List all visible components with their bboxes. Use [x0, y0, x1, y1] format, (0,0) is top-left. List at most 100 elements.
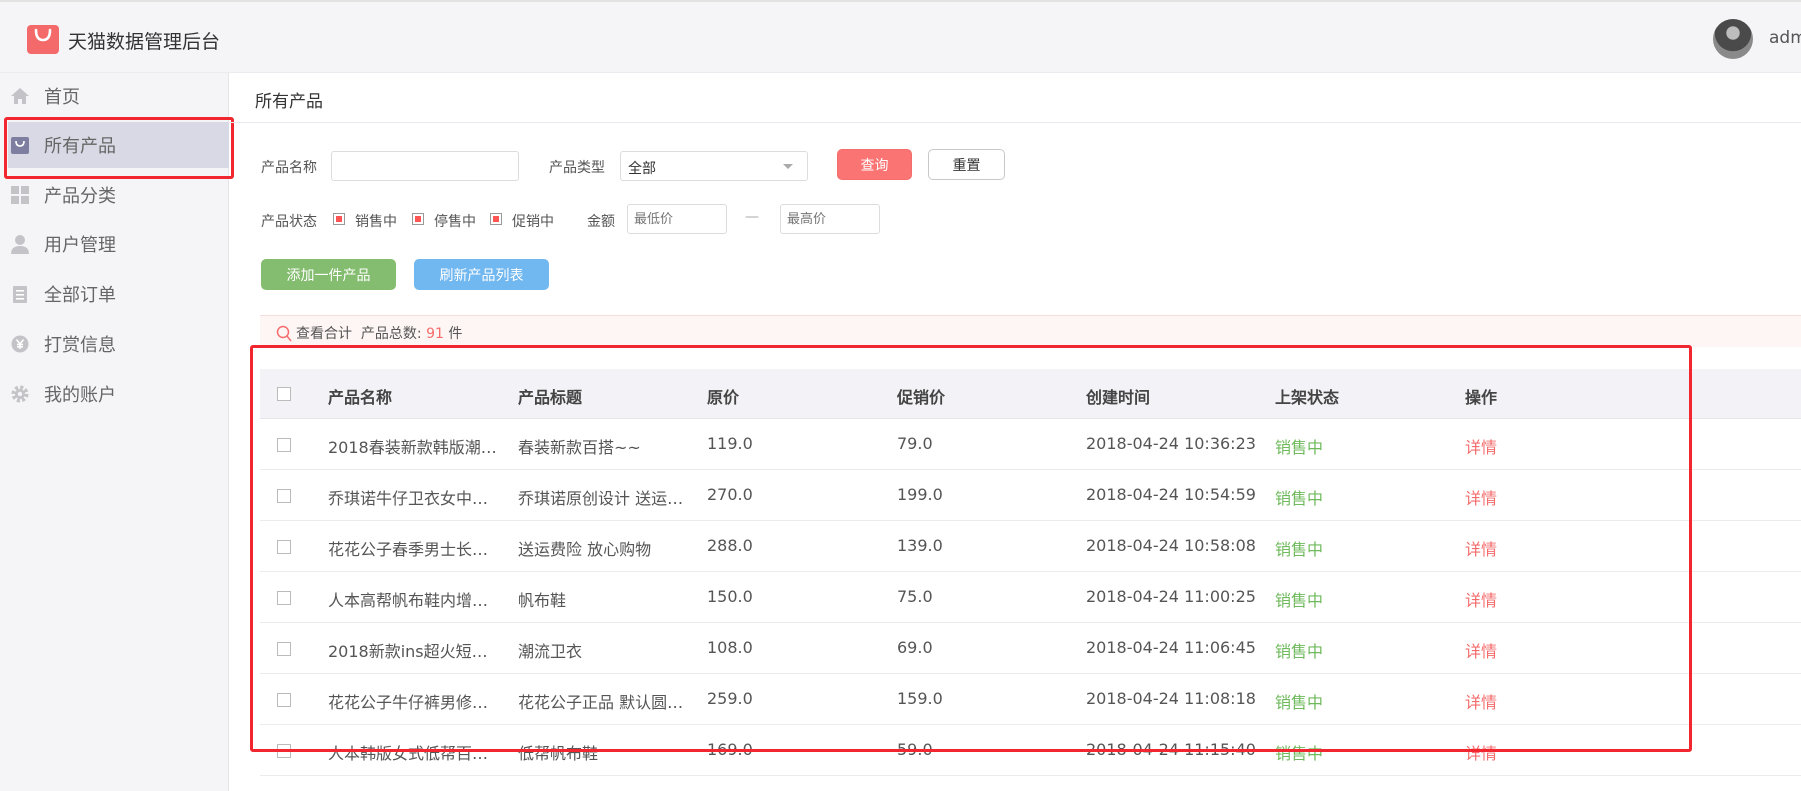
table-row: 人本高帮帆布鞋内增… 帆布鞋 150.0 75.0 2018-04-24 11:00:2… [260, 572, 1801, 623]
chevron-down-icon [783, 164, 793, 169]
sidebar-item-all-orders[interactable]: 全部订单 [0, 271, 229, 317]
cell-promo-price: 75.0 [897, 587, 933, 606]
cell-created-time: 2018-04-24 10:58:08 [1086, 536, 1256, 555]
details-link[interactable]: 详情 [1465, 536, 1497, 560]
clipboard-icon [10, 284, 30, 304]
bag-icon [10, 135, 30, 155]
sidebar-item-product-category[interactable]: 产品分类 [0, 172, 229, 218]
home-icon [10, 86, 30, 106]
cell-promo-price: 69.0 [897, 638, 933, 657]
refresh-list-button[interactable]: 刷新产品列表 [414, 259, 549, 290]
product-name-label: 产品名称 [261, 160, 317, 176]
product-count-label: 产品总数: [360, 326, 422, 342]
product-name-input[interactable] [331, 151, 519, 181]
status-checkbox-on-sale[interactable] [333, 213, 345, 225]
sidebar-item-label: 用户管理 [44, 235, 116, 256]
row-checkbox[interactable] [277, 540, 291, 554]
shopping-bag-logo-icon [27, 25, 59, 54]
cell-created-time: 2018-04-24 11:15:40 [1086, 740, 1256, 759]
table-row: 花花公子牛仔裤男修… 花花公子正品 默认圆… 259.0 159.0 2018-04-2… [260, 674, 1801, 725]
row-checkbox[interactable] [277, 489, 291, 503]
amount-label: 金额 [587, 214, 615, 230]
sidebar-item-my-account[interactable]: 我的账户 [0, 371, 229, 417]
cell-created-time: 2018-04-24 11:00:25 [1086, 587, 1256, 606]
min-price-input[interactable] [627, 204, 727, 234]
sidebar-item-reward-info[interactable]: 打赏信息 [0, 321, 229, 367]
sidebar-item-user-management[interactable]: 用户管理 [0, 221, 229, 267]
cell-status: 销售中 [1275, 489, 1324, 508]
cell-product-title: 潮流卫衣 [518, 642, 583, 661]
avatar[interactable] [1713, 19, 1753, 59]
status-option-promo: 促销中 [512, 214, 554, 230]
product-type-select[interactable]: 全部 [620, 151, 808, 181]
row-checkbox[interactable] [277, 591, 291, 605]
details-link[interactable]: 详情 [1465, 740, 1497, 764]
column-header-status[interactable]: 上架状态 [1275, 384, 1339, 408]
column-header-created-time[interactable]: 创建时间 [1086, 384, 1150, 408]
product-count: 91 [426, 326, 444, 342]
status-checkbox-promo[interactable] [490, 213, 502, 225]
cell-original-price: 119.0 [707, 434, 753, 453]
column-header-promo-price[interactable]: 促销价 [897, 384, 945, 408]
row-checkbox[interactable] [277, 744, 291, 758]
cell-original-price: 270.0 [707, 485, 753, 504]
product-count-unit: 件 [448, 326, 463, 342]
cell-created-time: 2018-04-24 11:08:18 [1086, 689, 1256, 708]
cell-original-price: 288.0 [707, 536, 753, 555]
table-header: 产品名称 产品标题 原价 促销价 创建时间 上架状态 操作 [260, 369, 1801, 419]
details-link[interactable]: 详情 [1465, 434, 1497, 458]
sidebar-item-label: 首页 [44, 87, 80, 108]
reset-button[interactable]: 重置 [928, 149, 1005, 180]
app-title: 天猫数据管理后台 [68, 31, 221, 53]
table-row: 乔琪诺牛仔卫衣女中… 乔琪诺原创设计 送运… 270.0 199.0 2018-04-2… [260, 470, 1801, 521]
select-all-checkbox[interactable] [277, 387, 291, 401]
view-total-label: 查看合计 [296, 326, 352, 342]
cell-product-name: 乔琪诺牛仔卫衣女中… [328, 489, 489, 508]
sidebar-item-home[interactable]: 首页 [0, 73, 229, 119]
cell-product-name: 花花公子春季男士长… [328, 540, 489, 559]
details-link[interactable]: 详情 [1465, 485, 1497, 509]
main-content: 所有产品 产品名称 产品类型 全部 查询 重置 产品状态 销售中 停售中 促销中… [230, 73, 1801, 791]
add-product-button[interactable]: 添加一件产品 [261, 259, 396, 290]
cell-status: 销售中 [1275, 438, 1324, 457]
details-link[interactable]: 详情 [1465, 587, 1497, 611]
row-checkbox[interactable] [277, 438, 291, 452]
gear-icon [10, 384, 30, 404]
cell-original-price: 169.0 [707, 740, 753, 759]
cell-product-name: 人本高帮帆布鞋内增… [328, 591, 489, 610]
cell-created-time: 2018-04-24 10:36:23 [1086, 434, 1256, 453]
column-header-name[interactable]: 产品名称 [328, 384, 392, 408]
breadcrumb: 所有产品 [230, 73, 1801, 123]
product-type-label: 产品类型 [549, 160, 605, 176]
details-link[interactable]: 详情 [1465, 689, 1497, 713]
status-option-stopped: 停售中 [434, 214, 476, 230]
cell-original-price: 150.0 [707, 587, 753, 606]
summary-bar: 查看合计 产品总数: 91 件 [260, 315, 1801, 347]
query-button[interactable]: 查询 [837, 149, 912, 180]
top-bar: 天猫数据管理后台 adm [0, 0, 1801, 73]
row-checkbox[interactable] [277, 642, 291, 656]
cell-product-title: 低帮帆布鞋 [518, 744, 599, 763]
status-checkbox-stopped[interactable] [412, 213, 424, 225]
cell-product-title: 帆布鞋 [518, 591, 567, 610]
cell-product-name: 2018新款ins超火短… [328, 642, 488, 661]
details-link[interactable]: 详情 [1465, 638, 1497, 662]
range-separator: — [745, 209, 759, 225]
cell-product-name: 花花公子牛仔裤男修… [328, 693, 489, 712]
sidebar-item-all-products[interactable]: 所有产品 [8, 122, 229, 168]
row-checkbox[interactable] [277, 693, 291, 707]
product-status-label: 产品状态 [261, 214, 317, 230]
cell-created-time: 2018-04-24 11:06:45 [1086, 638, 1256, 657]
cell-promo-price: 199.0 [897, 485, 943, 504]
max-price-input[interactable] [780, 204, 880, 234]
cell-status: 销售中 [1275, 642, 1324, 661]
username[interactable]: adm [1769, 28, 1801, 48]
sidebar: 首页 所有产品 产品分类 用户管理 全部订单 打赏信息 我的账户 [0, 73, 229, 791]
cell-promo-price: 79.0 [897, 434, 933, 453]
cell-product-title: 春装新款百搭~~ [518, 438, 641, 457]
grid-icon [10, 185, 30, 205]
cell-status: 销售中 [1275, 744, 1324, 763]
column-header-title[interactable]: 产品标题 [518, 384, 582, 408]
cell-status: 销售中 [1275, 693, 1324, 712]
column-header-price[interactable]: 原价 [707, 384, 739, 408]
